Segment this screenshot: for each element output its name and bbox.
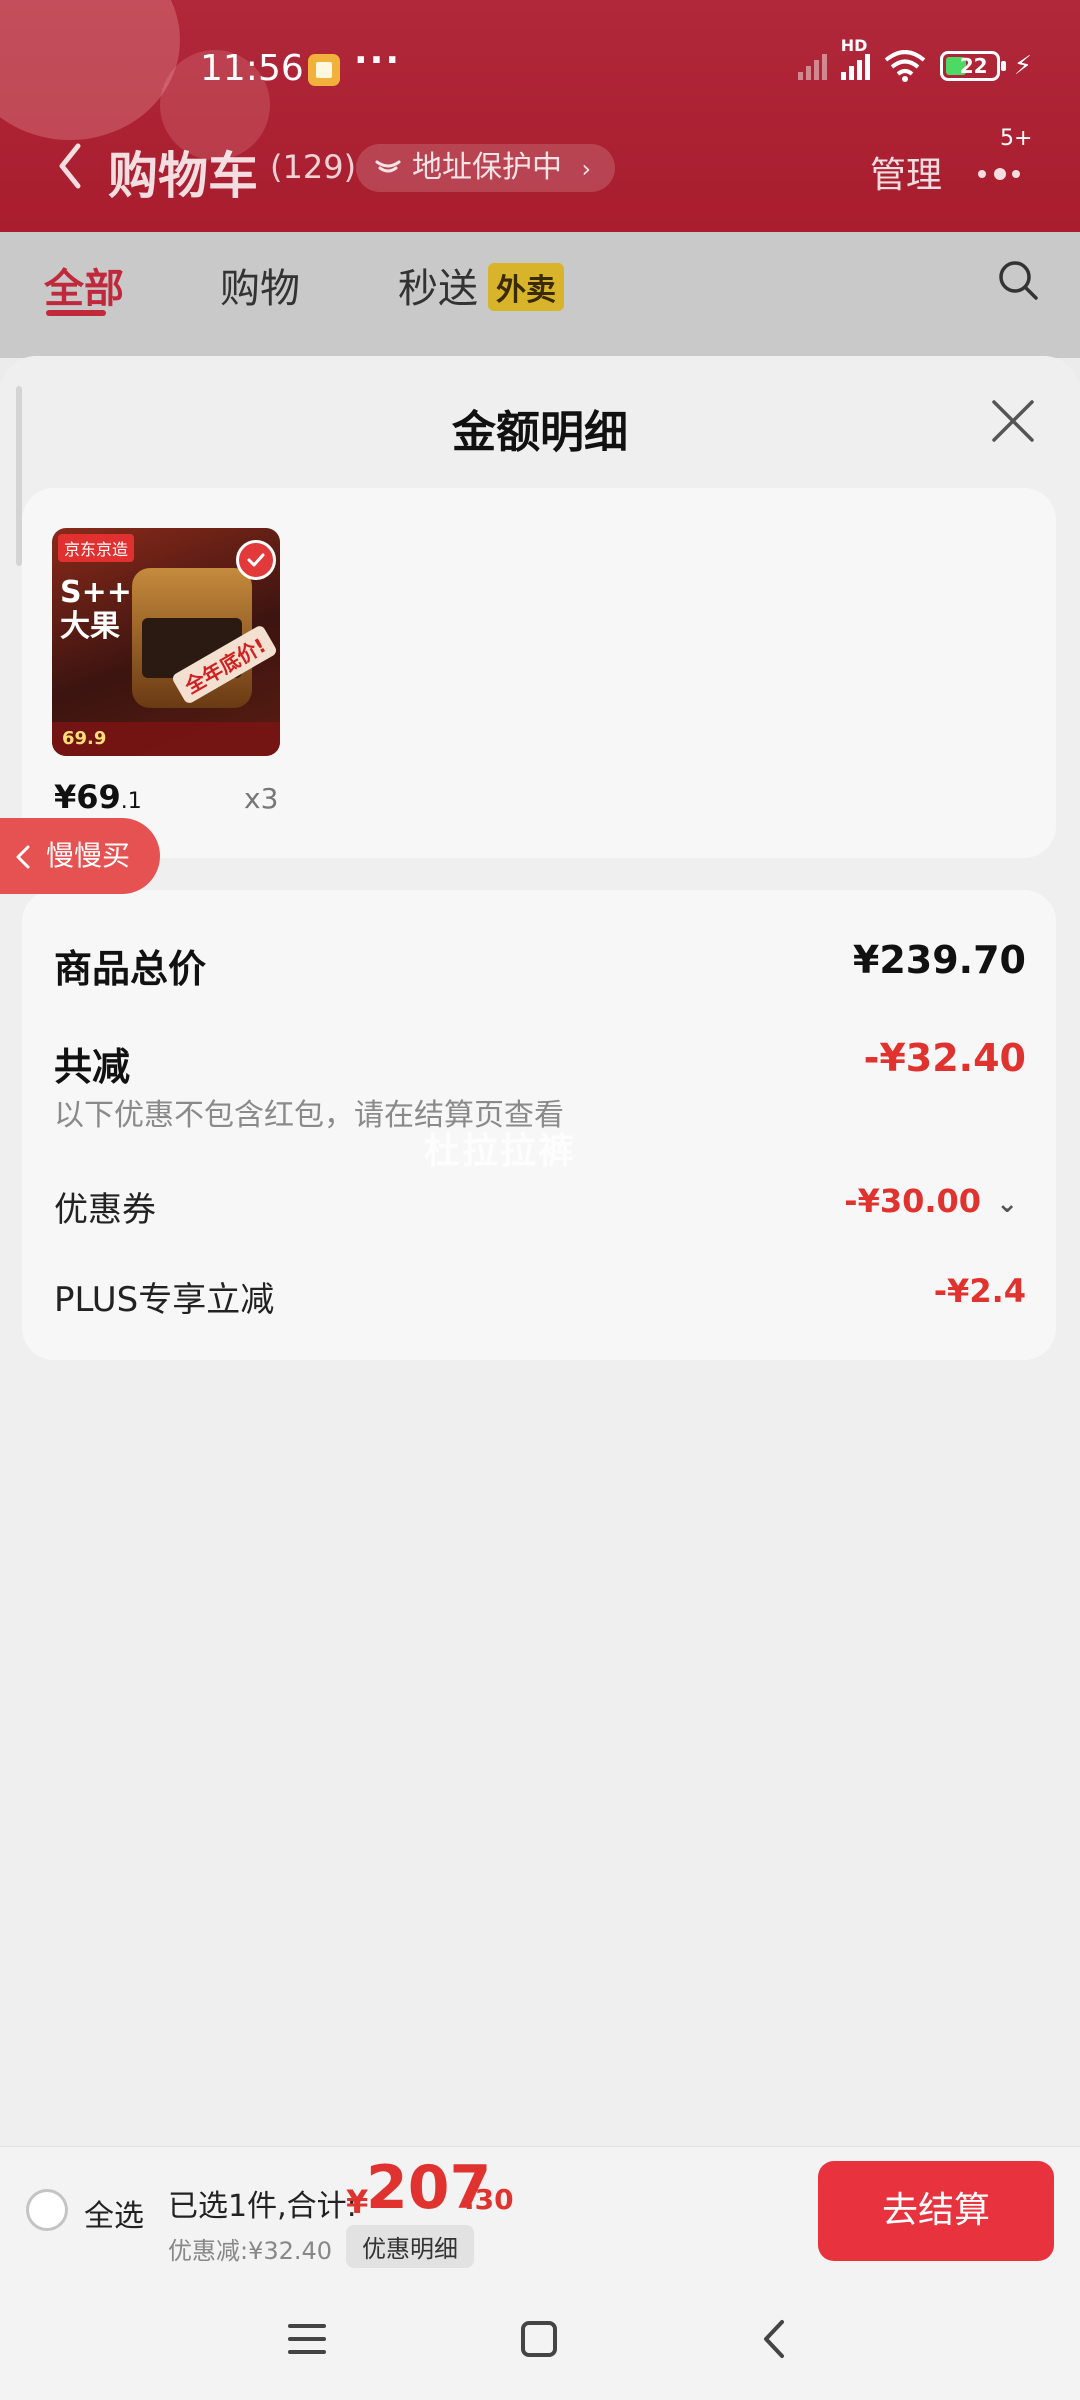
product-price-decimal: .1 xyxy=(120,789,142,814)
nav-bar: 购物车 (129) 地址保护中 › 管理 5+ xyxy=(0,126,1080,210)
address-protect-label: 地址保护中 xyxy=(412,150,562,185)
address-protect-button[interactable]: 地址保护中 › xyxy=(356,144,616,192)
product-image-price: 69.9 xyxy=(52,722,280,756)
signal-icon-sim1: HD xyxy=(840,36,870,80)
slow-buy-float-button[interactable]: 慢慢买 xyxy=(0,818,160,894)
charging-icon: ⚡ xyxy=(1013,51,1032,81)
coupon-value: -¥30.00 ⌄ xyxy=(844,1182,1018,1220)
plus-discount-value: -¥2.4 xyxy=(933,1272,1026,1310)
chevron-down-icon: ⌄ xyxy=(996,1189,1018,1219)
amount-detail-sheet: 金额明细 京东京造 S++ 大果 全年底价! 69.9 ¥69.1 x3 商品总… xyxy=(0,356,1080,2146)
tab-instant-delivery-label: 秒送 xyxy=(398,266,478,312)
header: 11:56 ··· HD 22 ⚡ 购物车 (129) 地址保护中 › 管理 5… xyxy=(0,0,1080,232)
page-title: 购物车 xyxy=(108,147,258,205)
product-image-headline: S++ 大果 xyxy=(60,575,132,644)
search-icon[interactable] xyxy=(996,258,1040,302)
status-time: 11:56 xyxy=(200,48,304,89)
battery-level: 22 xyxy=(959,54,988,78)
total-reduce-value: -¥32.40 xyxy=(863,1036,1026,1080)
tab-instant-delivery[interactable]: 秒送 外卖 xyxy=(398,256,564,315)
discount-summary: 优惠减:¥32.40 xyxy=(168,2237,333,2265)
discount-detail-button[interactable]: 优惠明细 xyxy=(346,2225,474,2268)
product-quantity: x3 xyxy=(244,782,279,815)
product-list-card: 京东京造 S++ 大果 全年底价! 69.9 ¥69.1 x3 xyxy=(22,488,1056,858)
total-price-label: 商品总价 xyxy=(54,947,207,991)
notification-app-icon xyxy=(308,54,340,86)
wifi-icon xyxy=(884,50,926,82)
more-notifications-icon: ··· xyxy=(354,40,402,81)
selected-check-icon xyxy=(236,540,276,580)
manage-button[interactable]: 管理 xyxy=(870,146,942,198)
total-amount-decimal: .30 xyxy=(464,2183,514,2216)
system-navigation-bar xyxy=(0,2274,1080,2400)
status-bar: 11:56 ··· HD 22 ⚡ xyxy=(0,36,1080,100)
select-all-radio[interactable] xyxy=(26,2189,68,2231)
product-image[interactable]: 京东京造 S++ 大果 全年底价! 69.9 xyxy=(52,528,280,756)
coupon-label: 优惠券 xyxy=(54,1190,156,1230)
shield-icon xyxy=(375,160,401,173)
back-icon[interactable] xyxy=(750,2314,800,2364)
signal-icon-sim2 xyxy=(797,52,827,80)
coupon-amount: -¥30.00 xyxy=(844,1182,982,1220)
chevron-left-icon xyxy=(16,845,30,869)
status-icons: HD 22 ⚡ xyxy=(797,36,1032,82)
menu-icon[interactable] xyxy=(282,2314,332,2364)
sheet-title: 金额明细 xyxy=(452,407,628,458)
tab-all[interactable]: 全部 xyxy=(44,256,124,314)
battery-icon: 22 xyxy=(939,51,1006,81)
close-icon[interactable] xyxy=(990,398,1036,444)
product-image-brand: 京东京造 xyxy=(58,534,135,562)
slow-buy-label: 慢慢买 xyxy=(46,839,131,872)
checkout-button[interactable]: 去结算 xyxy=(818,2161,1054,2261)
total-currency: ¥ xyxy=(346,2183,369,2221)
message-badge: 5+ xyxy=(1000,126,1033,151)
checkout-bar: 全选 已选1件,合计: ¥ 207 .30 优惠减:¥32.40 优惠明细 去结… xyxy=(0,2146,1080,2274)
cart-tabs: 全部 购物 秒送 外卖 xyxy=(0,232,1080,358)
tab-shopping[interactable]: 购物 xyxy=(220,256,300,314)
plus-discount-label: PLUS专享立减 xyxy=(54,1280,275,1320)
takeout-tag: 外卖 xyxy=(488,263,564,311)
active-tab-indicator xyxy=(46,310,106,316)
total-price-value: ¥239.70 xyxy=(852,938,1026,982)
cart-count: (129) xyxy=(270,148,357,186)
product-price-main: ¥69 xyxy=(54,778,121,816)
selected-summary: 已选1件,合计: xyxy=(168,2189,357,2224)
network-type-label: HD xyxy=(840,36,868,55)
chevron-right-icon: › xyxy=(581,155,592,183)
total-reduce-label: 共减 xyxy=(54,1045,131,1089)
home-icon[interactable] xyxy=(514,2314,564,2364)
product-price: ¥69.1 xyxy=(54,778,142,816)
watermark: 杜拉拉裤 xyxy=(424,1131,577,1172)
back-arrow-icon[interactable] xyxy=(50,136,90,196)
select-all-label[interactable]: 全选 xyxy=(84,2191,144,2235)
